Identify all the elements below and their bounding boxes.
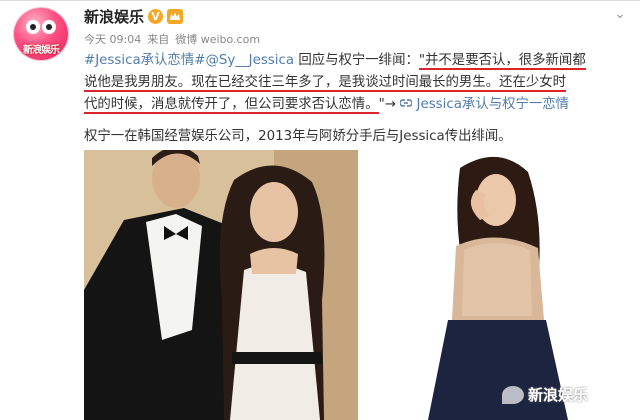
post-photo-portrait[interactable] <box>368 150 618 420</box>
article-link[interactable]: Jessica承认与权宁一恋情 <box>417 97 570 112</box>
quote-line-2b: 还在少女时 <box>499 75 567 92</box>
avatar[interactable]: 新浪娱乐 <box>14 8 68 60</box>
intro-text: 回应与权宁一绯闻： <box>294 53 419 68</box>
avatar-label: 新浪娱乐 <box>23 45 60 56</box>
avatar-eye-left <box>26 20 40 34</box>
member-icon[interactable] <box>167 8 184 24</box>
watermark: 新浪娱乐 <box>502 384 588 405</box>
quote-line-2a: 说他是我男朋友。现在已经交往三年多了，是我谈过时间最长的男生。 <box>84 75 500 92</box>
post-time[interactable]: 今天 09:04 <box>84 31 141 47</box>
chevron-down-icon[interactable]: ⌄ <box>614 6 626 22</box>
post-text: #Jessica承认恋情#@Sy__Jessica 回应与权宁一绯闻："并不是要… <box>84 50 630 116</box>
quote-line-3: 代的时候，消息就传开了，但公司要求否认恋情。 <box>84 97 379 114</box>
quote-line-1: "并不是要否认，很多新闻都 <box>418 53 586 70</box>
link-icon[interactable] <box>399 97 416 112</box>
post-photo-couple[interactable] <box>84 150 358 420</box>
quote-end: "→ <box>378 97 401 112</box>
mention-link[interactable]: @Sy__Jessica <box>205 53 294 68</box>
account-header: 新浪娱乐 V <box>84 5 184 27</box>
post-summary: 权宁一在韩国经营娱乐公司，2013年与阿娇分手后与Jessica传出绯闻。 <box>84 129 512 144</box>
avatar-eye-right <box>42 20 56 34</box>
post-meta: 今天 09:04 来自 微博 weibo.com <box>84 31 260 47</box>
hashtag-link[interactable]: #Jessica承认恋情# <box>84 53 205 68</box>
verified-icon: V <box>148 8 164 24</box>
post-source[interactable]: 微博 weibo.com <box>175 31 260 47</box>
source-prefix: 来自 <box>147 33 170 46</box>
top-divider <box>0 0 640 1</box>
watermark-text: 新浪娱乐 <box>528 386 589 404</box>
wechat-icon <box>502 385 524 404</box>
account-name[interactable]: 新浪娱乐 <box>84 6 144 27</box>
